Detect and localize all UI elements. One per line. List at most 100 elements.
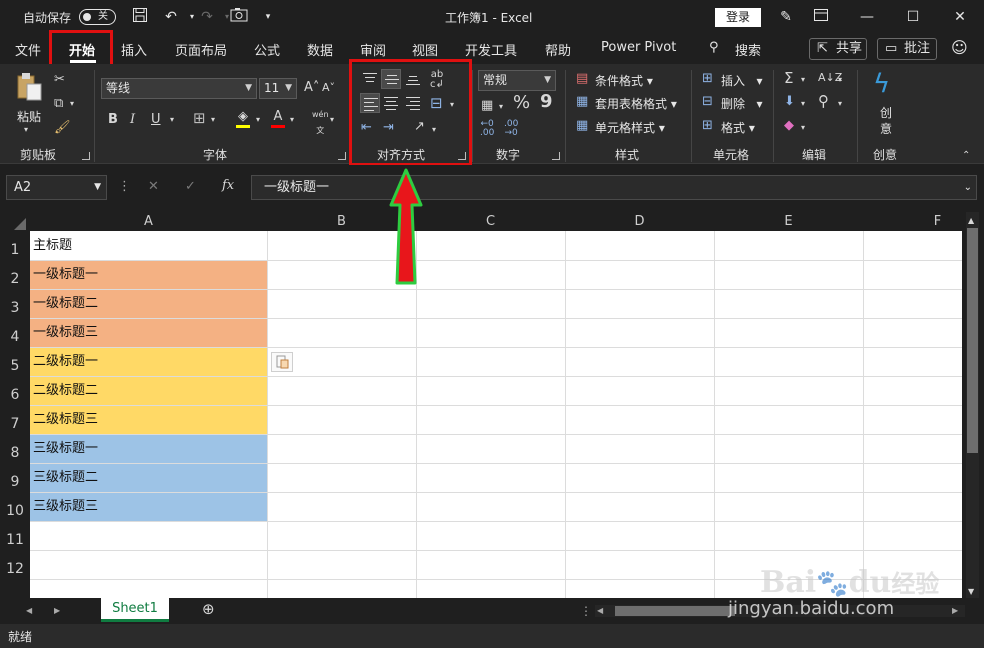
fill-icon[interactable]: ⬇	[784, 94, 795, 110]
expand-formula-icon[interactable]: ⌄	[964, 176, 972, 199]
insert-function-button[interactable]: fx	[222, 178, 234, 194]
close-icon[interactable]: ✕	[945, 5, 975, 29]
increase-font-icon[interactable]: A˄	[304, 80, 319, 96]
sort-filter-dropdown-icon[interactable]: ▾	[838, 72, 842, 88]
feedback-smiley-icon[interactable]: ☺	[951, 38, 968, 57]
row-header[interactable]: 5	[0, 347, 30, 376]
search-icon[interactable]: ⚲	[709, 40, 719, 55]
copy-icon[interactable]: ⧉	[54, 96, 63, 112]
column-header-c[interactable]: C	[416, 212, 565, 231]
paste-icon[interactable]	[14, 70, 44, 104]
share-button[interactable]: ⇱ 共享	[809, 38, 867, 60]
copy-dropdown-icon[interactable]: ▾	[70, 96, 74, 112]
underline-button[interactable]: U	[151, 112, 161, 128]
font-color-icon[interactable]: A	[271, 109, 285, 128]
name-box[interactable]: A2 ▼	[6, 175, 107, 200]
cell-styles-button[interactable]: 单元格样式 ▾	[595, 119, 665, 136]
clear-icon[interactable]: ◆	[784, 118, 794, 134]
conditional-format-button[interactable]: 条件格式 ▾	[595, 72, 653, 89]
decrease-font-icon[interactable]: A˅	[322, 80, 335, 96]
add-sheet-icon[interactable]: ⊕	[202, 601, 215, 617]
minimize-icon[interactable]: —	[852, 5, 882, 29]
sheet-tab-sheet1[interactable]: Sheet1	[101, 598, 169, 622]
row-header[interactable]: 7	[0, 405, 30, 434]
find-select-icon[interactable]: ⚲	[818, 93, 829, 109]
percent-button[interactable]: %	[513, 94, 530, 112]
autosave-toggle[interactable]: 关	[79, 9, 116, 25]
horizontal-scroll-thumb[interactable]	[615, 606, 735, 616]
cell-a8[interactable]: 三级标题一	[30, 434, 98, 463]
cell-a9[interactable]: 三级标题二	[30, 463, 98, 492]
row-header[interactable]: 1	[0, 231, 30, 260]
tab-help[interactable]: 帮助	[545, 40, 571, 59]
scroll-right-icon[interactable]: ▶	[952, 603, 958, 619]
ribbon-display-icon[interactable]	[810, 7, 832, 27]
search-label[interactable]: 搜索	[735, 40, 761, 59]
underline-dropdown-icon[interactable]: ▾	[170, 112, 174, 128]
tab-split-icon[interactable]: ⋮	[580, 603, 592, 619]
clipboard-launcher-icon[interactable]	[82, 152, 90, 160]
tab-view[interactable]: 视图	[412, 40, 438, 59]
insert-cells-button[interactable]: 插入 ▾	[721, 72, 762, 89]
row-header[interactable]: 8	[0, 434, 30, 463]
font-color-dropdown-icon[interactable]: ▾	[290, 112, 294, 128]
fill-dropdown-icon[interactable]: ▾	[801, 96, 805, 112]
save-icon[interactable]	[129, 7, 151, 27]
row-header[interactable]: 10	[0, 492, 30, 521]
collapse-ribbon-icon[interactable]: ⌃	[962, 148, 970, 164]
tab-power-pivot[interactable]: Power Pivot	[601, 40, 676, 55]
confirm-entry-icon[interactable]: ✓	[185, 179, 196, 195]
cell-a6[interactable]: 二级标题二	[30, 376, 98, 405]
select-all-icon[interactable]	[14, 218, 26, 230]
cell-area[interactable]: 主标题 一级标题一 一级标题二 一级标题三 二级标题一 二级标题二 二级标题三 三级标题一 三级…	[30, 231, 962, 598]
ideas-lightning-icon[interactable]: ϟ	[873, 70, 890, 98]
row-header[interactable]: 2	[0, 260, 30, 289]
fill-color-icon[interactable]: ◈	[236, 109, 250, 128]
scrollbar-thumb[interactable]	[967, 228, 978, 453]
tab-review[interactable]: 审阅	[360, 40, 386, 59]
row-header[interactable]: 9	[0, 463, 30, 492]
accounting-format-icon[interactable]: ▦	[481, 98, 493, 114]
tab-insert[interactable]: 插入	[121, 40, 147, 59]
border-dropdown-icon[interactable]: ▾	[211, 112, 215, 128]
paste-label[interactable]: 粘贴	[17, 108, 41, 125]
login-button[interactable]: 登录	[715, 8, 761, 27]
phonetic-icon[interactable]: wén 文	[312, 107, 329, 139]
decrease-decimal-icon[interactable]: .00 →0	[504, 120, 518, 138]
cell-a2[interactable]: 一级标题一	[30, 260, 98, 289]
tab-page-layout[interactable]: 页面布局	[175, 40, 227, 59]
autosum-dropdown-icon[interactable]: ▾	[801, 72, 805, 88]
row-header[interactable]: 11	[0, 521, 30, 550]
cell-a3[interactable]: 一级标题二	[30, 289, 98, 318]
undo-icon[interactable]: ↶	[160, 7, 182, 27]
font-name-dropdown[interactable]: 等线 ▼	[101, 78, 257, 99]
ideas-label-2[interactable]: 意	[880, 120, 892, 137]
cancel-entry-icon[interactable]: ✕	[148, 179, 159, 195]
number-launcher-icon[interactable]	[552, 152, 560, 160]
prev-sheet-icon[interactable]: ◀	[26, 603, 32, 619]
border-icon[interactable]: ⊞	[193, 110, 206, 126]
tab-formulas[interactable]: 公式	[254, 40, 280, 59]
vertical-scrollbar[interactable]: ▲ ▼	[966, 212, 979, 598]
column-header-e[interactable]: E	[714, 212, 863, 231]
row-header[interactable]: 4	[0, 318, 30, 347]
cut-icon[interactable]: ✂	[54, 72, 65, 88]
column-header-a[interactable]: A	[30, 212, 267, 231]
comments-button[interactable]: ▭ 批注	[877, 38, 937, 60]
row-header[interactable]: 3	[0, 289, 30, 318]
paste-options-icon[interactable]	[271, 352, 293, 372]
formula-input[interactable]: 一级标题一 ⌄	[251, 175, 977, 200]
autosum-icon[interactable]: Σ	[784, 70, 793, 86]
cell-a5[interactable]: 二级标题一	[30, 347, 98, 376]
cell-a1[interactable]: 主标题	[30, 231, 72, 260]
phonetic-dropdown-icon[interactable]: ▾	[330, 112, 334, 128]
comma-style-button[interactable]: 9	[540, 93, 553, 111]
ideas-label-1[interactable]: 创	[880, 104, 892, 121]
scroll-left-icon[interactable]: ◀	[597, 603, 603, 619]
cell-a4[interactable]: 一级标题三	[30, 318, 98, 347]
accounting-dropdown-icon[interactable]: ▾	[499, 99, 503, 115]
format-as-table-button[interactable]: 套用表格格式 ▾	[595, 95, 677, 112]
row-header[interactable]: 6	[0, 376, 30, 405]
font-size-dropdown[interactable]: 11 ▼	[259, 78, 297, 99]
italic-button[interactable]: I	[130, 112, 135, 128]
